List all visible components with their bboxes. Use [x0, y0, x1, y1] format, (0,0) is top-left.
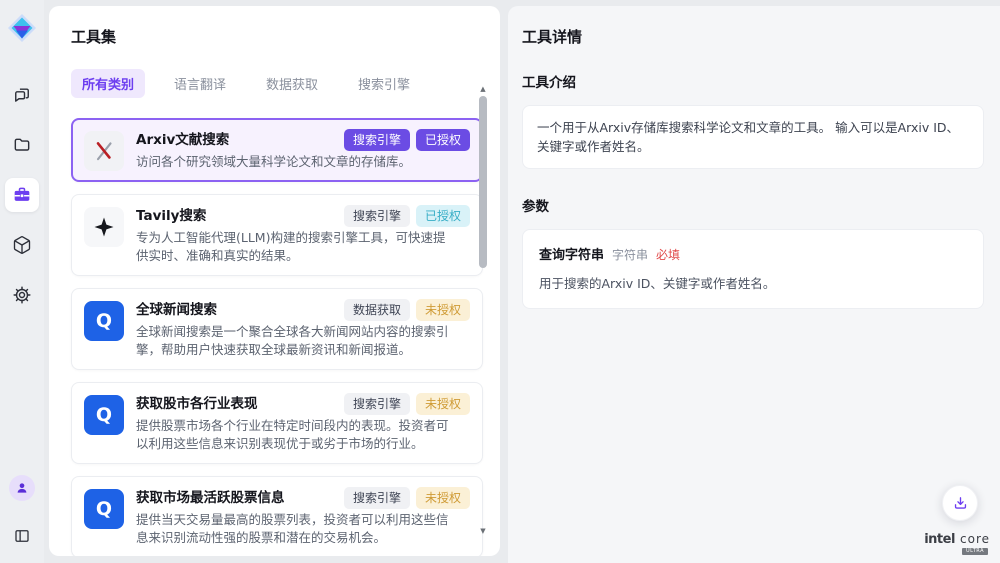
chat-icon	[12, 85, 32, 105]
tab-0[interactable]: 所有类别	[71, 69, 145, 98]
tool-card[interactable]: Arxiv文献搜索 搜索引擎已授权访问各个研究领域大量科学论文和文章的存储库。	[71, 118, 483, 182]
tool-card-desc: 访问各个研究领域大量科学论文和文章的存储库。	[136, 153, 454, 171]
category-badge: 数据获取	[344, 299, 410, 321]
category-tabs: 所有类别语言翻译数据获取搜索引擎	[71, 69, 476, 98]
app-logo-icon	[6, 12, 38, 44]
tool-detail-panel: 工具详情 工具介绍 一个用于从Arxiv存储库搜索科学论文和文章的工具。 输入可…	[508, 6, 1000, 563]
sidebar-bottom	[5, 471, 39, 553]
param-card: 查询字符串 字符串 必填 用于搜索的Arxiv ID、关键字或作者姓名。	[522, 229, 984, 309]
scroll-up-icon[interactable]: ▲	[478, 84, 488, 94]
gear-icon	[12, 285, 32, 305]
download-button[interactable]	[942, 485, 978, 521]
sidebar-item-user[interactable]	[5, 471, 39, 505]
param-required-badge: 必填	[656, 246, 680, 263]
tool-card-title: 获取市场最活跃股票信息	[136, 487, 285, 507]
sidebar-item-folder[interactable]	[5, 128, 39, 162]
ultra-badge: ULTRA	[962, 548, 988, 555]
tool-card-desc: 全球新闻搜索是一个聚合全球各大新闻网站内容的搜索引擎，帮助用户快速获取全球最新资…	[136, 323, 454, 359]
intel-core-logo: intel core ULTRA	[924, 530, 990, 555]
tool-card[interactable]: Q 全球新闻搜索 数据获取未授权全球新闻搜索是一个聚合全球各大新闻网站内容的搜索引…	[71, 288, 483, 370]
panel-toggle-icon	[13, 527, 31, 545]
toolbox-icon	[12, 185, 32, 205]
tool-card-desc: 专为人工智能代理(LLM)构建的搜索引擎工具，可快速提供实时、准确和真实的结果。	[136, 229, 454, 265]
auth-status-badge: 已授权	[416, 129, 470, 151]
param-name: 查询字符串	[539, 244, 604, 263]
tab-1[interactable]: 语言翻译	[163, 69, 237, 98]
tool-card-desc: 提供股票市场各个行业在特定时间段内的表现。投资者可以利用这些信息来识别表现优于或…	[136, 417, 454, 453]
cube-icon	[12, 235, 32, 255]
params-heading: 参数	[522, 195, 984, 215]
sidebar-item-chat[interactable]	[5, 78, 39, 112]
tool-card-title: Arxiv文献搜索	[136, 129, 229, 149]
folder-icon	[12, 135, 32, 155]
arxiv-icon	[84, 131, 124, 171]
sidebar-item-settings[interactable]	[5, 278, 39, 312]
tool-card[interactable]: Q 获取股市各行业表现 搜索引擎未授权提供股票市场各个行业在特定时间段内的表现。投…	[71, 382, 483, 464]
qblue-icon: Q	[84, 489, 124, 529]
tool-list-panel: 工具集 所有类别语言翻译数据获取搜索引擎 Arxiv文献搜索搜索引擎已授权访问各…	[49, 6, 500, 556]
core-word: core	[960, 532, 990, 546]
tool-card-desc: 提供当天交易量最高的股票列表，投资者可以利用这些信息来识别流动性强的股票和潜在的…	[136, 511, 454, 547]
scroll-down-icon[interactable]: ▼	[478, 526, 488, 536]
user-avatar-icon	[9, 475, 35, 501]
qblue-icon: Q	[84, 301, 124, 341]
scrollbar[interactable]: ▲ ▼	[478, 84, 488, 536]
auth-status-badge: 已授权	[416, 205, 470, 227]
category-badge: 搜索引擎	[344, 393, 410, 415]
intel-word: intel	[924, 532, 955, 547]
sidebar-item-toolbox[interactable]	[5, 178, 39, 212]
category-badge: 搜索引擎	[344, 129, 410, 151]
sidebar-item-panel-toggle[interactable]	[5, 519, 39, 553]
category-badge: 搜索引擎	[344, 487, 410, 509]
sidebar-nav	[5, 78, 39, 312]
tool-card-title: 全球新闻搜索	[136, 299, 217, 319]
tab-2[interactable]: 数据获取	[255, 69, 329, 98]
param-desc: 用于搜索的Arxiv ID、关键字或作者姓名。	[539, 273, 967, 292]
qblue-icon: Q	[84, 395, 124, 435]
tab-3[interactable]: 搜索引擎	[347, 69, 421, 98]
page-title: 工具集	[71, 26, 476, 47]
intro-heading: 工具介绍	[522, 71, 984, 91]
tool-card-title: 获取股市各行业表现	[136, 393, 258, 413]
tool-card[interactable]: Q 获取市场最活跃股票信息 搜索引擎未授权提供当天交易量最高的股票列表，投资者可以…	[71, 476, 483, 556]
app-window: 工具集 所有类别语言翻译数据获取搜索引擎 Arxiv文献搜索搜索引擎已授权访问各…	[0, 0, 1000, 563]
sidebar-item-cube[interactable]	[5, 228, 39, 262]
download-icon	[952, 495, 969, 512]
intro-card: 一个用于从Arxiv存储库搜索科学论文和文章的工具。 输入可以是Arxiv ID…	[522, 105, 984, 169]
tavily-icon	[84, 207, 124, 247]
param-type: 字符串	[612, 246, 648, 263]
tool-card[interactable]: Tavily搜索 搜索引擎已授权专为人工智能代理(LLM)构建的搜索引擎工具，可快…	[71, 194, 483, 276]
tool-cards: Arxiv文献搜索搜索引擎已授权访问各个研究领域大量科学论文和文章的存储库。 T…	[71, 118, 483, 556]
auth-status-badge: 未授权	[416, 393, 470, 415]
auth-status-badge: 未授权	[416, 299, 470, 321]
intro-text: 一个用于从Arxiv存储库搜索科学论文和文章的工具。 输入可以是Arxiv ID…	[537, 118, 969, 156]
scrollbar-thumb[interactable]	[479, 96, 487, 268]
category-badge: 搜索引擎	[344, 205, 410, 227]
left-sidebar	[0, 0, 44, 563]
auth-status-badge: 未授权	[416, 487, 470, 509]
tool-card-title: Tavily搜索	[136, 205, 206, 225]
detail-title: 工具详情	[522, 26, 984, 47]
